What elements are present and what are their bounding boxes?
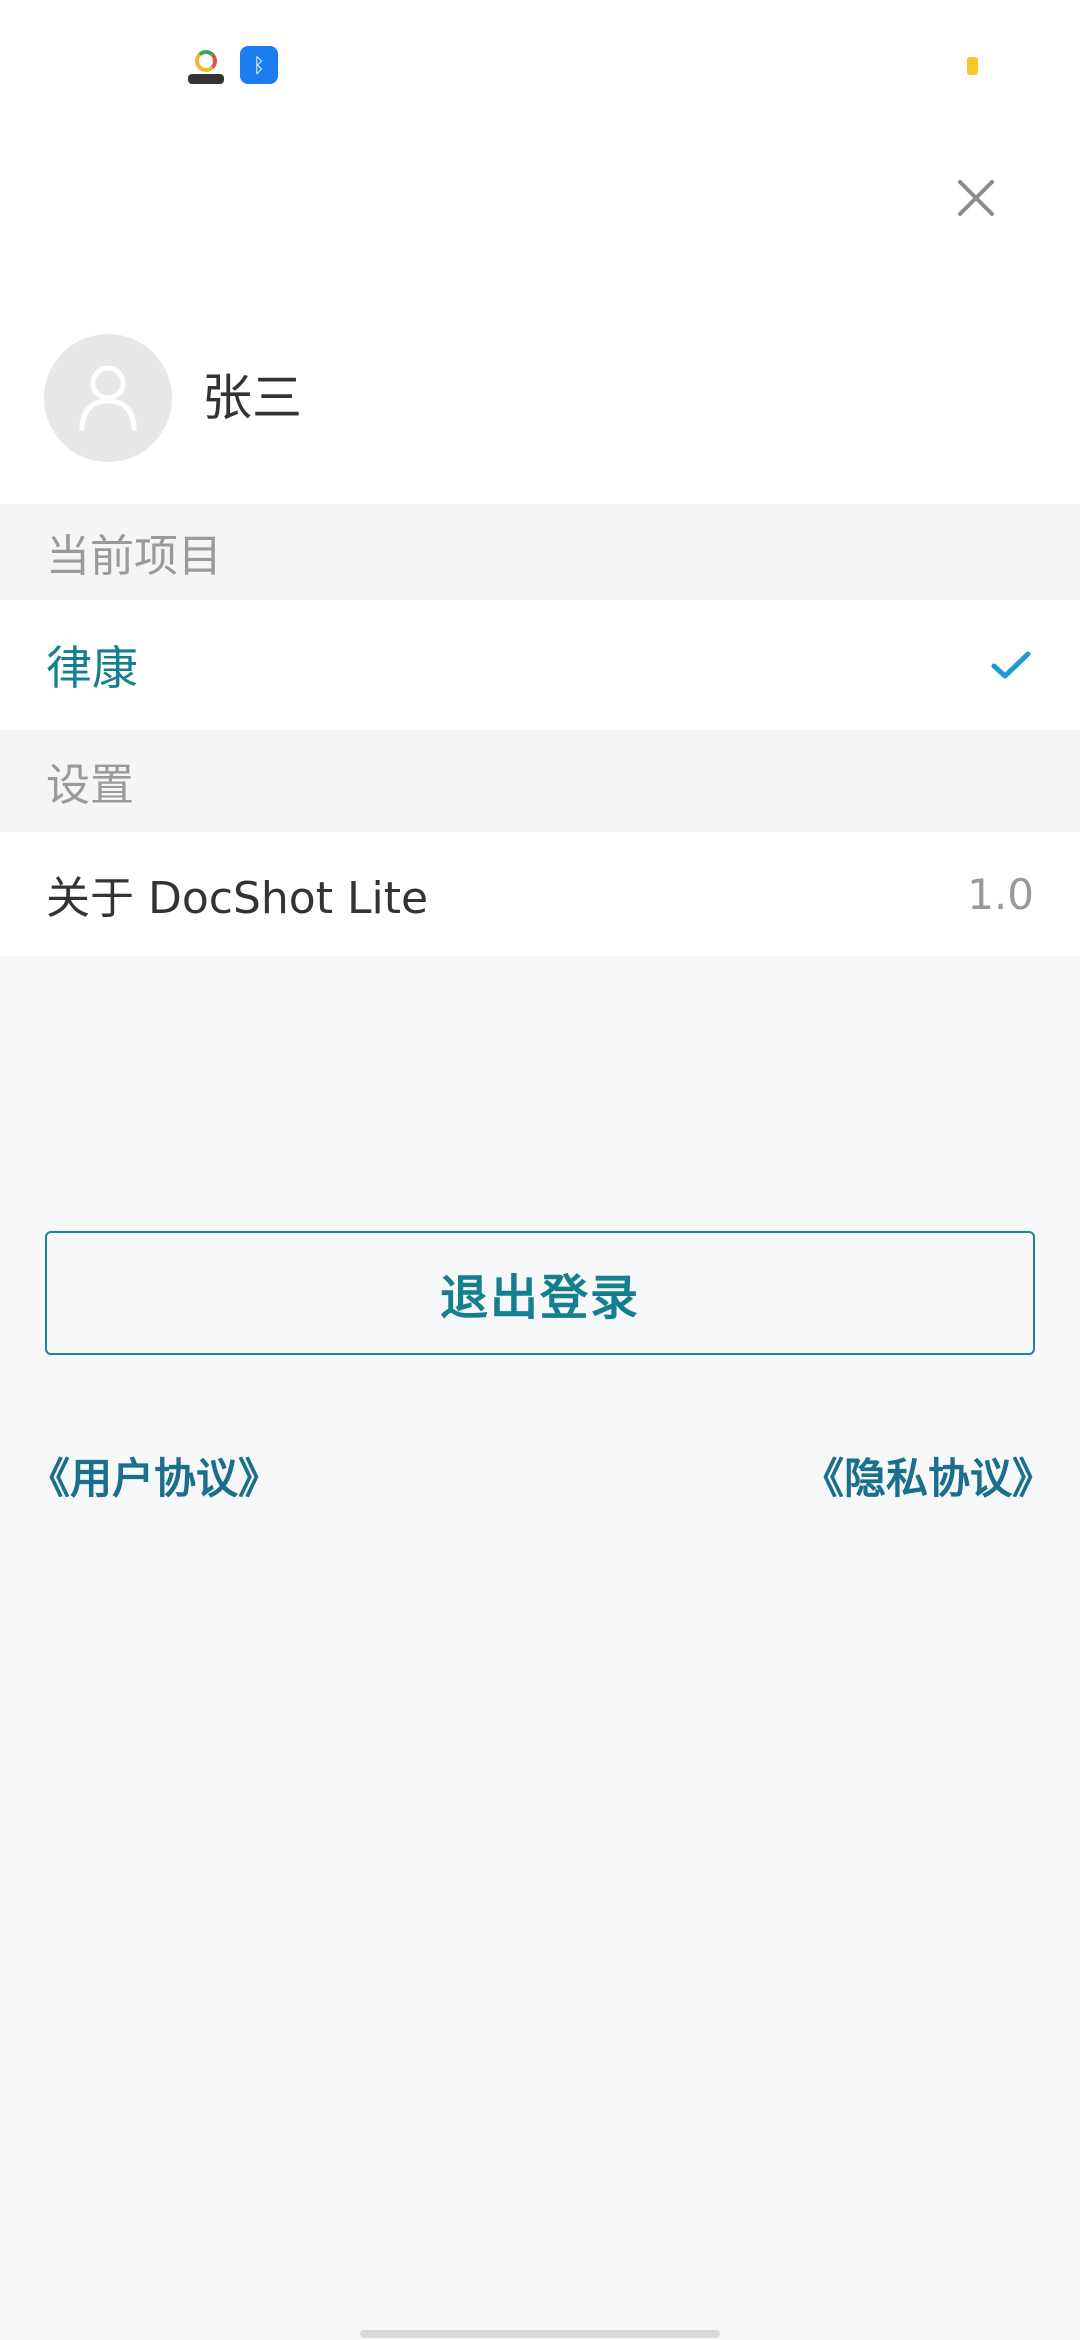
- logout-button[interactable]: 退出登录: [45, 1231, 1035, 1355]
- about-item[interactable]: 关于 DocShot Lite 1.0: [0, 832, 1080, 956]
- account-drawer: ᛒ 张三 当前项目 律康 设置 关于 DocShot Lite 1.0 退出登录…: [0, 0, 1080, 2340]
- close-button[interactable]: [944, 166, 1008, 230]
- status-bar: ᛒ: [0, 0, 1080, 130]
- about-label: 关于 DocShot Lite: [46, 873, 429, 924]
- user-name: 张三: [202, 369, 302, 427]
- home-indicator[interactable]: [360, 2330, 720, 2338]
- about-version: 1.0: [967, 869, 1034, 919]
- app-bar-icon: [188, 74, 224, 84]
- project-name: 律康: [46, 641, 138, 695]
- project-item[interactable]: 律康: [0, 600, 1080, 730]
- check-icon: [988, 642, 1034, 688]
- user-agreement-link[interactable]: 《用户协议》: [28, 1452, 280, 1506]
- notification-app-icon: [186, 46, 226, 86]
- drawer-header: [0, 130, 1080, 290]
- battery-icon: [967, 57, 978, 75]
- close-icon: [958, 180, 994, 216]
- user-avatar-icon: [79, 365, 137, 432]
- app-ring-icon: [195, 50, 217, 72]
- section-header-current-project: 当前项目: [0, 504, 1080, 600]
- privacy-policy-link[interactable]: 《隐私协议》: [802, 1452, 1054, 1506]
- bluetooth-app-icon: ᛒ: [240, 46, 278, 84]
- section-header-settings: 设置: [0, 730, 1080, 832]
- user-profile: 张三: [0, 290, 1080, 504]
- avatar[interactable]: [44, 334, 172, 462]
